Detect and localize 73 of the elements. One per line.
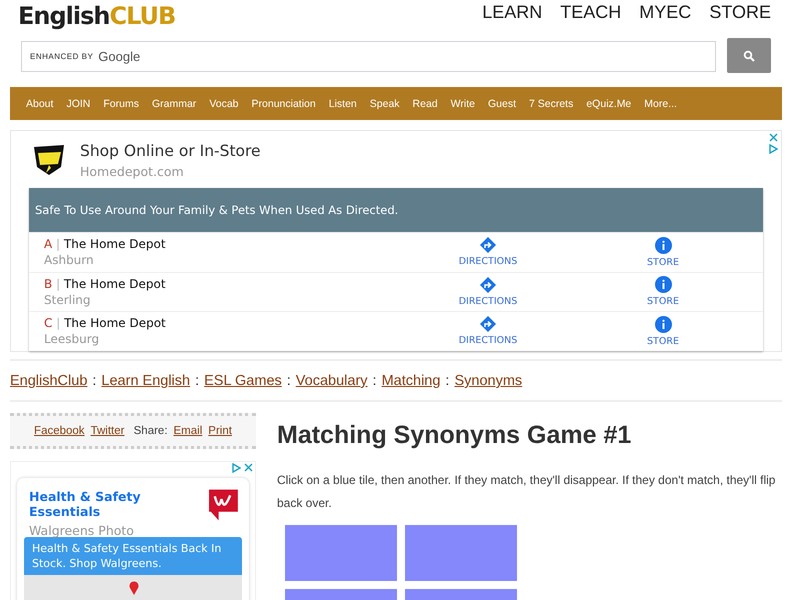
directions-link[interactable]: DIRECTIONS [413, 276, 563, 307]
breadcrumb-separator: : [445, 373, 450, 389]
info-icon [654, 236, 672, 254]
menu-link[interactable]: Pronunciation [252, 98, 316, 110]
ad-headline[interactable]: Health & Safety Essentials [29, 489, 210, 519]
breadcrumb-separator: : [286, 373, 291, 389]
map-pin-icon [129, 581, 139, 595]
store-name[interactable]: A | The Home Depot [44, 237, 413, 252]
breadcrumb-link[interactable]: ESL Games [204, 373, 282, 389]
menu-link[interactable]: 7 Secrets [528, 98, 574, 110]
ad-headline[interactable]: Shop Online or In-Store [80, 142, 261, 160]
share-link[interactable]: Email [174, 425, 202, 437]
top-nav-link[interactable]: LEARN [482, 2, 542, 23]
top-nav-link[interactable]: TEACH [560, 2, 622, 23]
directions-icon [480, 276, 496, 293]
menu-link[interactable]: Read [412, 98, 438, 110]
ad-domain: Homedepot.com [80, 164, 185, 178]
top-nav-link[interactable]: STORE [709, 2, 771, 23]
menu-link[interactable]: Vocab [209, 98, 239, 110]
ad-banner: Safe To Use Around Your Family & Pets When Used As Directed. [29, 188, 763, 232]
breadcrumb-separator: : [372, 373, 377, 389]
menu-link[interactable]: Write [450, 98, 475, 110]
store-name[interactable]: C | The Home Depot [44, 316, 413, 330]
store-city: Sterling [44, 292, 92, 307]
search-icon [743, 50, 755, 62]
play-triangle-icon[interactable] [769, 144, 778, 154]
store-link[interactable]: STORE [563, 316, 763, 347]
search-field[interactable]: ENHANCED BY Google [21, 41, 716, 72]
store-link[interactable]: STORE [563, 236, 763, 268]
game-tile[interactable] [285, 525, 397, 581]
breadcrumb-link[interactable]: EnglishClub [10, 373, 88, 389]
directions-link[interactable]: DIRECTIONS [413, 316, 563, 346]
brand-logo-icon [32, 143, 66, 177]
menu-link[interactable]: Listen [328, 98, 357, 110]
store-city: Leesburg [44, 332, 100, 346]
breadcrumb-separator: : [92, 373, 96, 389]
share-label: Share: [132, 425, 168, 437]
ad-banner: Health & Safety Essentials Back In Stock. Shop Walgreens. [24, 537, 242, 575]
site-logo[interactable]: EnglishCLUB [18, 2, 176, 30]
directions-icon [480, 316, 496, 332]
top-nav-link[interactable]: MYEC [639, 2, 692, 23]
close-icon[interactable] [244, 463, 253, 472]
menu-link[interactable]: Speak [370, 98, 400, 110]
store-link[interactable]: STORE [563, 276, 763, 308]
share-link[interactable]: Print [208, 425, 232, 437]
play-triangle-icon[interactable] [232, 463, 241, 473]
search-button[interactable] [727, 38, 771, 73]
breadcrumb-separator: : [195, 373, 200, 389]
menu-link[interactable]: Forums [103, 98, 139, 110]
store-city: Ashburn [44, 253, 95, 268]
menu-link[interactable]: Guest [488, 98, 516, 110]
breadcrumb-link[interactable]: Matching [382, 373, 440, 389]
info-icon [654, 276, 672, 294]
menu-link[interactable]: More... [644, 98, 677, 110]
page-title: Matching Synonyms Game #1 [277, 421, 632, 450]
info-icon [654, 316, 672, 333]
menu-link[interactable]: Grammar [152, 98, 196, 110]
close-icon[interactable] [769, 133, 778, 142]
directions-icon [480, 237, 496, 254]
menu-link[interactable]: About [26, 98, 54, 110]
social-link[interactable]: Facebook [34, 425, 85, 437]
breadcrumb-link[interactable]: Vocabulary [296, 373, 368, 389]
menu-link[interactable]: eQuiz.Me [586, 98, 632, 110]
directions-link[interactable]: DIRECTIONS [413, 237, 563, 268]
game-tile[interactable] [405, 525, 517, 581]
breadcrumb-link[interactable]: Learn English [101, 373, 190, 389]
menu-link[interactable]: JOIN [66, 98, 90, 110]
ad-advertiser: Walgreens Photo [29, 523, 135, 538]
store-name[interactable]: B | The Home Depot [44, 276, 413, 291]
social-link[interactable]: Twitter [90, 425, 124, 437]
breadcrumb-link[interactable]: Synonyms [454, 373, 522, 389]
game-instructions: Click on a blue tile, then another. If they match, they'll disappear. If they don't match, they'll flip back over. [277, 472, 776, 512]
brand-logo-icon [209, 489, 238, 521]
